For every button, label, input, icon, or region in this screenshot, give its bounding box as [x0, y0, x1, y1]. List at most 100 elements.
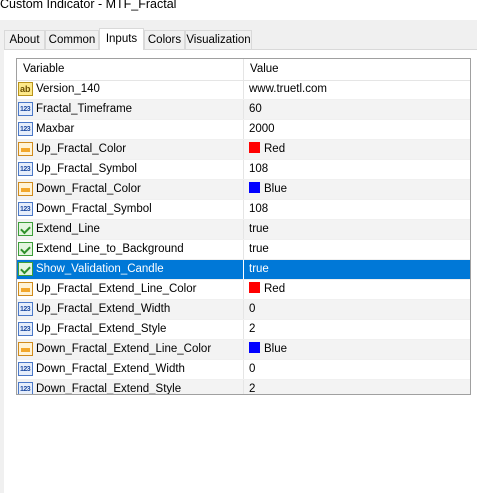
input-value: true [249, 223, 269, 235]
input-name-cell[interactable]: Extend_Line_to_Background [17, 240, 244, 259]
input-value: 0 [249, 303, 256, 315]
input-row[interactable]: Maxbar 2000 [17, 120, 470, 140]
input-value-cell[interactable]: 60 [244, 100, 470, 119]
input-value: www.truetl.com [249, 83, 327, 95]
input-name: Maxbar [36, 123, 75, 135]
boolean-type-icon [18, 242, 33, 256]
input-row[interactable]: Down_Fractal_Extend_Line_Color Blue [17, 340, 470, 360]
input-value-cell[interactable]: Red [244, 140, 470, 159]
integer-type-icon [18, 320, 33, 339]
input-name: Up_Fractal_Symbol [36, 163, 137, 175]
input-value-cell[interactable]: true [244, 220, 470, 239]
input-name-cell[interactable]: Down_Fractal_Extend_Line_Color [17, 340, 244, 359]
grid-rows: Version_140 www.truetl.com Fractal_Timefra… [17, 80, 470, 395]
input-row[interactable]: Up_Fractal_Extend_Style 2 [17, 320, 470, 340]
input-name-cell[interactable]: Down_Fractal_Color [17, 180, 244, 199]
input-value-cell[interactable]: 2 [244, 320, 470, 339]
input-value: Red [264, 143, 286, 155]
input-name-cell[interactable]: Down_Fractal_Extend_Style [17, 380, 244, 394]
color-swatch [249, 342, 260, 353]
input-value: Blue [264, 183, 288, 195]
input-name-cell[interactable]: Fractal_Timeframe [17, 100, 244, 119]
input-value-cell[interactable]: 0 [244, 360, 470, 379]
input-name: Show_Validation_Candle [36, 263, 164, 275]
input-row[interactable]: Down_Fractal_Extend_Style 2 [17, 380, 470, 395]
integer-type-icon [18, 360, 33, 379]
indicator-dialog: About Common Inputs Colors Visualization… [0, 20, 477, 493]
input-row[interactable]: Version_140 www.truetl.com [17, 80, 470, 100]
input-name-cell[interactable]: Maxbar [17, 120, 244, 139]
input-name-cell[interactable]: Up_Fractal_Extend_Style [17, 320, 244, 339]
input-name: Down_Fractal_Extend_Line_Color [36, 343, 212, 355]
input-value-cell[interactable]: 108 [244, 160, 470, 179]
color-type-icon [18, 282, 33, 296]
window-title: Custom Indicator - MTF_Fractal [0, 0, 177, 11]
inputs-panel: Variable Value Version_140 www.truetl.com… [4, 49, 477, 493]
input-value-cell[interactable]: true [244, 240, 470, 259]
input-name-cell[interactable]: Version_140 [17, 80, 244, 99]
input-value-cell[interactable]: Blue [244, 340, 470, 359]
input-row[interactable]: Down_Fractal_Extend_Width 0 [17, 360, 470, 380]
input-value-cell[interactable]: www.truetl.com [244, 80, 470, 99]
input-value: 60 [249, 103, 262, 115]
color-type-icon [18, 342, 33, 356]
input-name-cell[interactable]: Up_Fractal_Extend_Width [17, 300, 244, 319]
integer-type-icon [18, 160, 33, 179]
input-name: Fractal_Timeframe [36, 103, 133, 115]
input-value: 2 [249, 383, 256, 395]
input-row[interactable]: Up_Fractal_Symbol 108 [17, 160, 470, 180]
input-row[interactable]: Up_Fractal_Extend_Width 0 [17, 300, 470, 320]
integer-type-icon [18, 100, 33, 119]
input-name-cell[interactable]: Up_Fractal_Color [17, 140, 244, 159]
tab-common[interactable]: Common [45, 30, 99, 49]
input-value: 108 [249, 163, 269, 175]
tab-colors[interactable]: Colors [144, 30, 185, 49]
column-header-value[interactable]: Value [244, 59, 470, 80]
input-row[interactable]: Show_Validation_Candle true [17, 260, 470, 280]
input-value-cell[interactable]: 2000 [244, 120, 470, 139]
input-row[interactable]: Extend_Line_to_Background true [17, 240, 470, 260]
color-type-icon [18, 142, 33, 156]
input-value: Red [264, 283, 286, 295]
input-row[interactable]: Fractal_Timeframe 60 [17, 100, 470, 120]
tab-about[interactable]: About [4, 30, 45, 49]
inputs-grid: Variable Value Version_140 www.truetl.com… [16, 58, 471, 395]
input-value-cell[interactable]: 2 [244, 380, 470, 395]
integer-type-icon [18, 120, 33, 139]
boolean-type-icon [18, 262, 33, 276]
input-value-cell[interactable]: Blue [244, 180, 470, 199]
input-name: Version_140 [36, 83, 100, 95]
input-value-cell[interactable]: Red [244, 280, 470, 299]
input-name: Down_Fractal_Extend_Width [36, 363, 185, 375]
input-name-cell[interactable]: Down_Fractal_Symbol [17, 200, 244, 219]
input-value-cell[interactable]: 108 [244, 200, 470, 219]
input-name-cell[interactable]: Up_Fractal_Symbol [17, 160, 244, 179]
input-name: Extend_Line [36, 223, 100, 235]
input-value: 2 [249, 323, 256, 335]
input-value: true [249, 243, 269, 255]
input-name-cell[interactable]: Extend_Line [17, 220, 244, 239]
input-row[interactable]: Down_Fractal_Symbol 108 [17, 200, 470, 220]
column-header-variable[interactable]: Variable [17, 59, 244, 80]
input-value-cell[interactable]: 0 [244, 300, 470, 319]
color-swatch [249, 282, 260, 293]
input-name-cell[interactable]: Up_Fractal_Extend_Line_Color [17, 280, 244, 299]
tab-visualization[interactable]: Visualization [185, 30, 252, 49]
input-name: Down_Fractal_Symbol [36, 203, 152, 215]
integer-type-icon [18, 300, 33, 319]
input-name-cell[interactable]: Show_Validation_Candle [17, 260, 244, 279]
input-name-cell[interactable]: Down_Fractal_Extend_Width [17, 360, 244, 379]
tab-inputs[interactable]: Inputs [99, 28, 144, 50]
integer-type-icon [18, 200, 33, 219]
integer-type-icon [18, 380, 33, 394]
input-value-cell[interactable]: true [244, 260, 470, 279]
title-bar: Custom Indicator - MTF_Fractal [0, 0, 477, 20]
input-row[interactable]: Up_Fractal_Color Red [17, 140, 470, 160]
input-name: Up_Fractal_Extend_Line_Color [36, 283, 197, 295]
input-value: 2000 [249, 123, 275, 135]
input-row[interactable]: Down_Fractal_Color Blue [17, 180, 470, 200]
input-row[interactable]: Extend_Line true [17, 220, 470, 240]
input-name: Extend_Line_to_Background [36, 243, 184, 255]
input-row[interactable]: Up_Fractal_Extend_Line_Color Red [17, 280, 470, 300]
input-name: Down_Fractal_Color [36, 183, 141, 195]
